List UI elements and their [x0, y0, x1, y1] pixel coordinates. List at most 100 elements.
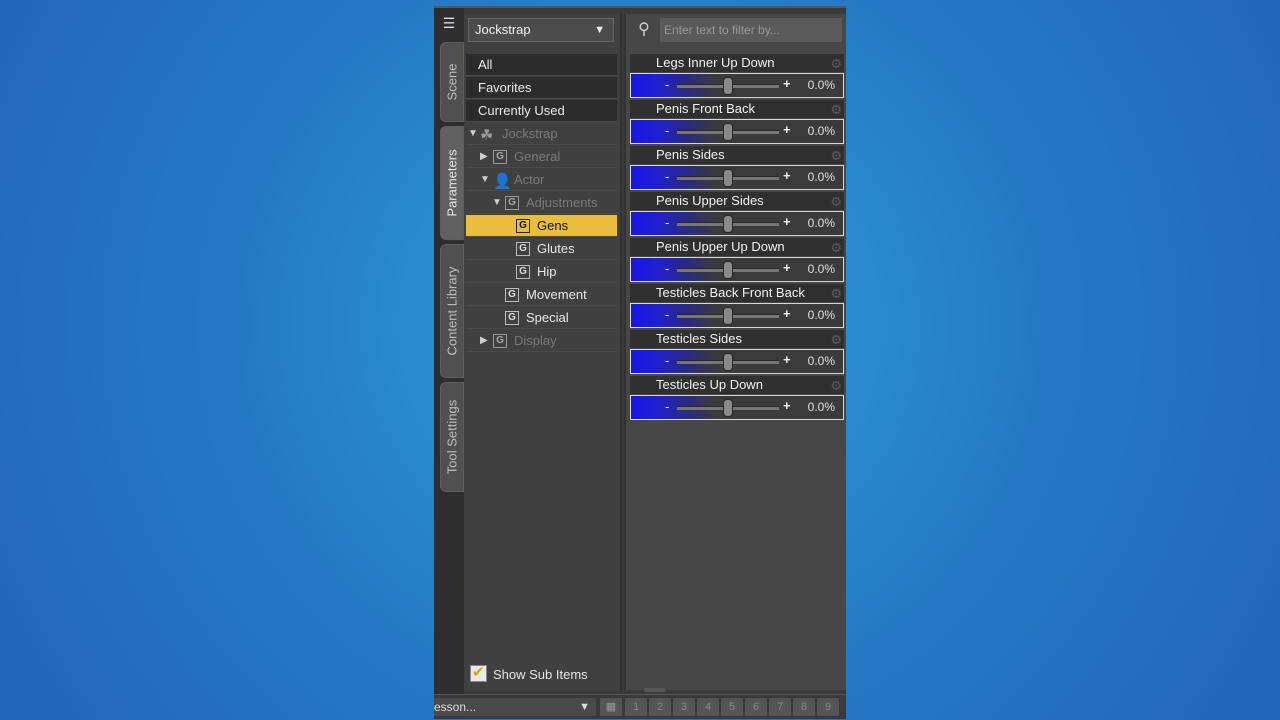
group-favorites[interactable]: Favorites: [466, 77, 617, 99]
expanded-triangle-icon[interactable]: ▼: [468, 123, 478, 145]
parameter-name: Penis Sides ⚙: [630, 146, 844, 164]
slider-knob[interactable]: [723, 123, 733, 141]
group-all[interactable]: All: [466, 54, 617, 76]
tab-scene[interactable]: Scene: [440, 42, 464, 122]
parameter-value[interactable]: 0.0%: [808, 78, 835, 92]
parameter-name-text: Testicles Sides: [656, 331, 742, 346]
tree-node-special[interactable]: G Special: [466, 307, 617, 329]
decrement-button[interactable]: -: [665, 353, 669, 368]
tree-node-label: Display: [514, 333, 557, 348]
tab-content-library[interactable]: Content Library: [440, 244, 464, 378]
tree-node-display[interactable]: ▶ G Display: [466, 330, 617, 352]
page-number-button[interactable]: 4: [696, 698, 719, 716]
tree-node-adjustments[interactable]: ▼ G Adjustments: [466, 192, 617, 214]
page-number-button[interactable]: 6: [744, 698, 767, 716]
page-number-button[interactable]: 9: [816, 698, 839, 716]
tree-node-hip[interactable]: G Hip: [466, 261, 617, 283]
parameter-name: Penis Upper Sides ⚙: [630, 192, 844, 210]
checkbox-checked-icon[interactable]: [470, 663, 487, 682]
gear-icon[interactable]: ⚙: [830, 193, 842, 211]
parameter-slider-row: Testicles Back Front Back ⚙ - +0.0%: [630, 284, 844, 328]
group-icon: G: [493, 334, 507, 348]
parameter-slider-row: Testicles Up Down ⚙ - +0.0%: [630, 376, 844, 420]
value-slider[interactable]: - +0.0%: [630, 119, 844, 144]
page-number-button[interactable]: 5: [720, 698, 743, 716]
tab-parameters[interactable]: Parameters: [440, 126, 464, 240]
value-slider[interactable]: - +0.0%: [630, 349, 844, 374]
parameter-value[interactable]: 0.0%: [808, 170, 835, 184]
gear-icon[interactable]: ⚙: [830, 285, 842, 303]
collapsed-triangle-icon[interactable]: ▶: [480, 146, 488, 168]
gear-icon[interactable]: ⚙: [830, 101, 842, 119]
slider-knob[interactable]: [723, 169, 733, 187]
decrement-button[interactable]: -: [665, 123, 669, 138]
resize-handle[interactable]: [644, 688, 666, 692]
increment-button[interactable]: +: [783, 76, 791, 91]
page-number-button[interactable]: 7: [768, 698, 791, 716]
slider-knob[interactable]: [723, 353, 733, 371]
increment-button[interactable]: +: [783, 168, 791, 183]
increment-button[interactable]: +: [783, 352, 791, 367]
increment-button[interactable]: +: [783, 214, 791, 229]
clapboard-icon[interactable]: ▦: [600, 698, 622, 716]
page-number-button[interactable]: 1: [624, 698, 647, 716]
page-number-button[interactable]: 3: [672, 698, 695, 716]
gear-icon[interactable]: ⚙: [830, 55, 842, 73]
increment-button[interactable]: +: [783, 122, 791, 137]
slider-knob[interactable]: [723, 261, 733, 279]
parameter-value[interactable]: 0.0%: [808, 124, 835, 138]
slider-knob[interactable]: [723, 215, 733, 233]
expanded-triangle-icon[interactable]: ▼: [492, 192, 502, 214]
slider-knob[interactable]: [723, 399, 733, 417]
group-icon: G: [505, 288, 519, 302]
page-number-button[interactable]: 2: [648, 698, 671, 716]
tree-node-general[interactable]: ▶ G General: [466, 146, 617, 168]
decrement-button[interactable]: -: [665, 215, 669, 230]
value-slider[interactable]: - +0.0%: [630, 395, 844, 420]
tab-tool-settings[interactable]: Tool Settings: [440, 382, 464, 492]
lesson-dropdown[interactable]: esson... ▼: [434, 698, 596, 716]
increment-button[interactable]: +: [783, 260, 791, 275]
slider-knob[interactable]: [723, 77, 733, 95]
gear-icon[interactable]: ⚙: [830, 377, 842, 395]
increment-button[interactable]: +: [783, 398, 791, 413]
search-icon[interactable]: ⚲: [632, 18, 656, 42]
gear-icon[interactable]: ⚙: [830, 147, 842, 165]
parameter-value[interactable]: 0.0%: [808, 354, 835, 368]
tree-node-gens[interactable]: G Gens: [466, 215, 617, 237]
value-slider[interactable]: - +0.0%: [630, 257, 844, 282]
parameter-name: Testicles Sides ⚙: [630, 330, 844, 348]
show-sub-items-toggle[interactable]: Show Sub Items: [470, 663, 588, 682]
value-slider[interactable]: - +0.0%: [630, 211, 844, 236]
value-slider[interactable]: - +0.0%: [630, 165, 844, 190]
slider-knob[interactable]: [723, 307, 733, 325]
gear-icon[interactable]: ⚙: [830, 239, 842, 257]
parameter-value[interactable]: 0.0%: [808, 400, 835, 414]
parameter-value[interactable]: 0.0%: [808, 308, 835, 322]
decrement-button[interactable]: -: [665, 77, 669, 92]
tree-node-actor[interactable]: ▼ 👤 Actor: [466, 169, 617, 191]
value-slider[interactable]: - +0.0%: [630, 303, 844, 328]
parameter-value[interactable]: 0.0%: [808, 216, 835, 230]
tree-node-jockstrap[interactable]: ▼ ☘ Jockstrap: [466, 123, 617, 145]
tree-node-movement[interactable]: G Movement: [466, 284, 617, 306]
collapsed-triangle-icon[interactable]: ▶: [480, 330, 488, 352]
increment-button[interactable]: +: [783, 306, 791, 321]
value-slider[interactable]: - +0.0%: [630, 73, 844, 98]
decrement-button[interactable]: -: [665, 169, 669, 184]
decrement-button[interactable]: -: [665, 261, 669, 276]
node-select-dropdown[interactable]: Jockstrap ▼: [468, 18, 614, 42]
pane-menu-icon[interactable]: ☰: [440, 14, 458, 32]
decrement-button[interactable]: -: [665, 399, 669, 414]
filter-input[interactable]: [660, 18, 842, 42]
parameter-name: Legs Inner Up Down ⚙: [630, 54, 844, 72]
page-number-button[interactable]: 8: [792, 698, 815, 716]
decrement-button[interactable]: -: [665, 307, 669, 322]
gear-icon[interactable]: ⚙: [830, 331, 842, 349]
tree-node-glutes[interactable]: G Glutes: [466, 238, 617, 260]
expanded-triangle-icon[interactable]: ▼: [480, 169, 490, 191]
group-currently-used[interactable]: Currently Used: [466, 100, 617, 122]
parameter-value[interactable]: 0.0%: [808, 262, 835, 276]
parameter-name-text: Penis Sides: [656, 147, 725, 162]
parameter-slider-row: Penis Upper Up Down ⚙ - +0.0%: [630, 238, 844, 282]
